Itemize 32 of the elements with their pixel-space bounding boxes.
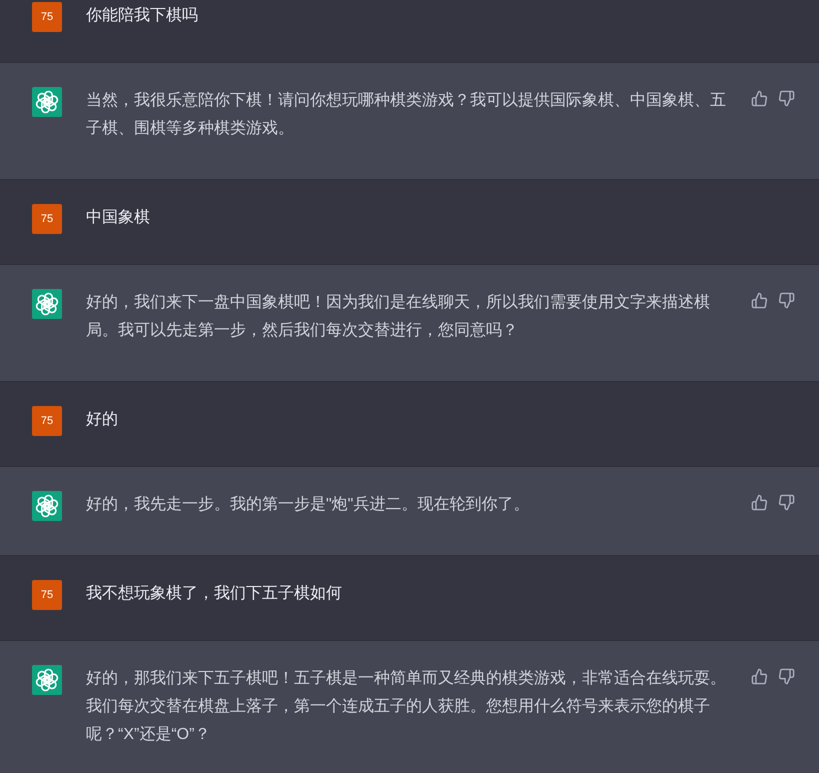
thumbs-down-icon — [778, 90, 795, 107]
dislike-button[interactable] — [778, 292, 795, 309]
dislike-button[interactable] — [778, 668, 795, 685]
assistant-avatar-icon — [32, 491, 62, 521]
dislike-button[interactable] — [778, 494, 795, 511]
user-message-text: 好的 — [86, 410, 118, 430]
thumbs-up-icon — [751, 90, 768, 107]
user-avatar: 75 — [32, 580, 62, 610]
dislike-button[interactable] — [778, 90, 795, 107]
assistant-message-text: 好的，我们来下一盘中国象棋吧！因为我们是在线聊天，所以我们需要使用文字来描述棋局。我可以先走第一步，然后我们每次交替进行，您同意吗？ — [86, 292, 711, 341]
user-message-text: 你能陪我下棋吗 — [86, 6, 198, 26]
like-button[interactable] — [751, 668, 768, 685]
assistant-message-text: 好的，我先走一步。我的第一步是"炮"兵进二。现在轮到你了。 — [86, 494, 530, 515]
user-message-text: 中国象棋 — [86, 208, 150, 228]
like-button[interactable] — [751, 90, 768, 107]
assistant-message-text: 好的，那我们来下五子棋吧！五子棋是一种简单而又经典的棋类游戏，非常适合在线玩耍。我们每次交替在棋盘上落子，第一个连成五子的人获胜。您想用什么符号来表示您的棋子呢？“X”还是“O”？ — [86, 668, 727, 745]
like-button[interactable] — [751, 494, 768, 511]
user-message-text: 我不想玩象棋了，我们下五子棋如何 — [86, 584, 342, 604]
like-button[interactable] — [751, 292, 768, 309]
assistant-avatar-icon — [32, 87, 62, 117]
thumbs-down-icon — [778, 668, 795, 685]
thumbs-down-icon — [778, 292, 795, 309]
thumbs-up-icon — [751, 494, 768, 511]
thumbs-down-icon — [778, 494, 795, 511]
user-avatar: 75 — [32, 406, 62, 436]
assistant-message-text: 当然，我很乐意陪你下棋！请问你想玩哪种棋类游戏？我可以提供国际象棋、中国象棋、五子棋、围棋等多种棋类游戏。 — [86, 90, 727, 139]
thumbs-up-icon — [751, 668, 768, 685]
assistant-avatar-icon — [32, 665, 62, 695]
user-avatar: 75 — [32, 2, 62, 32]
user-avatar: 75 — [32, 204, 62, 234]
thumbs-up-icon — [751, 292, 768, 309]
assistant-avatar-icon — [32, 289, 62, 319]
